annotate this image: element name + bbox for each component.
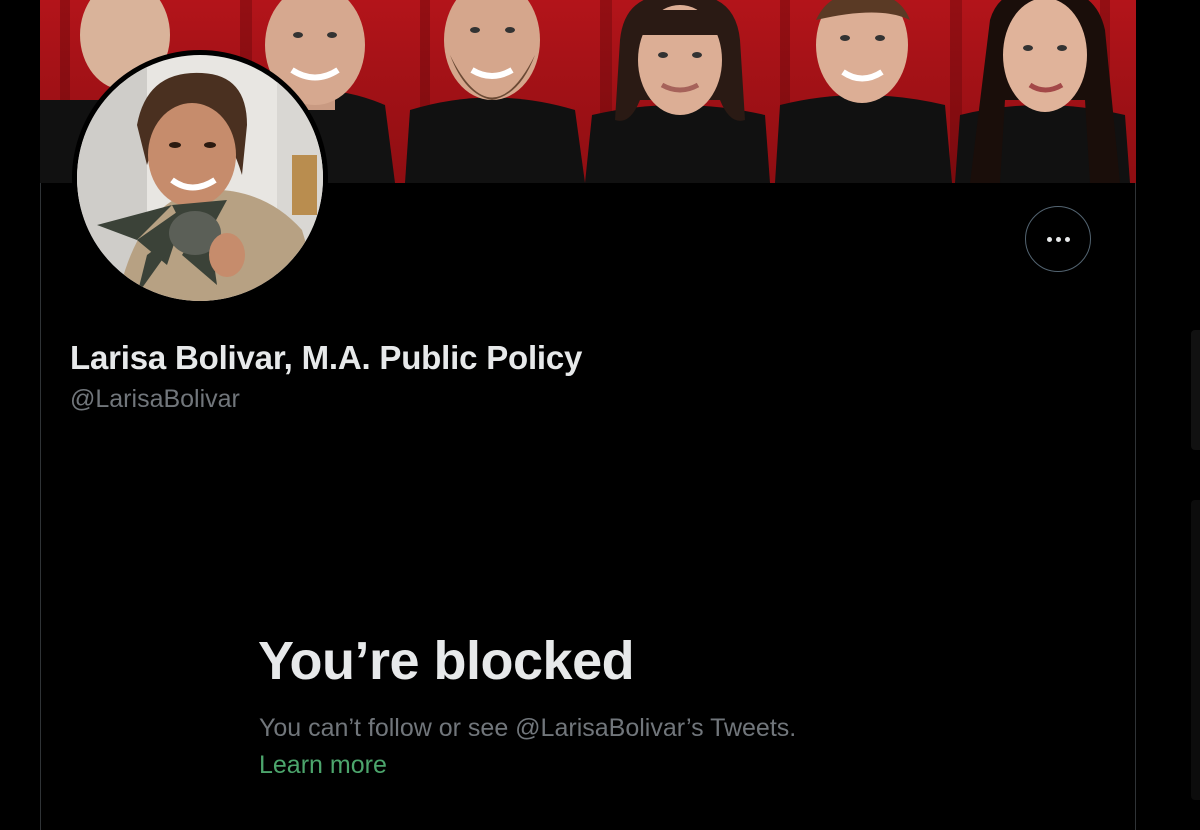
profile-handle: @LarisaBolivar bbox=[70, 385, 240, 413]
scrollbar-handle[interactable] bbox=[1191, 330, 1200, 450]
side-panel-edge bbox=[1191, 500, 1200, 800]
ellipsis-icon bbox=[1046, 236, 1070, 242]
profile-display-name: Larisa Bolivar, M.A. Public Policy bbox=[70, 339, 583, 376]
blocked-description: You can’t follow or see @LarisaBolivar’s… bbox=[259, 714, 797, 742]
profile-page: Larisa Bolivar, M.A. Public Policy @Lari… bbox=[0, 0, 1200, 830]
learn-more-link[interactable]: Learn more bbox=[259, 751, 387, 780]
profile-avatar[interactable] bbox=[72, 50, 328, 306]
more-options-button[interactable] bbox=[1025, 206, 1091, 272]
avatar-photo bbox=[77, 55, 323, 301]
blocked-title: You’re blocked bbox=[258, 631, 635, 691]
